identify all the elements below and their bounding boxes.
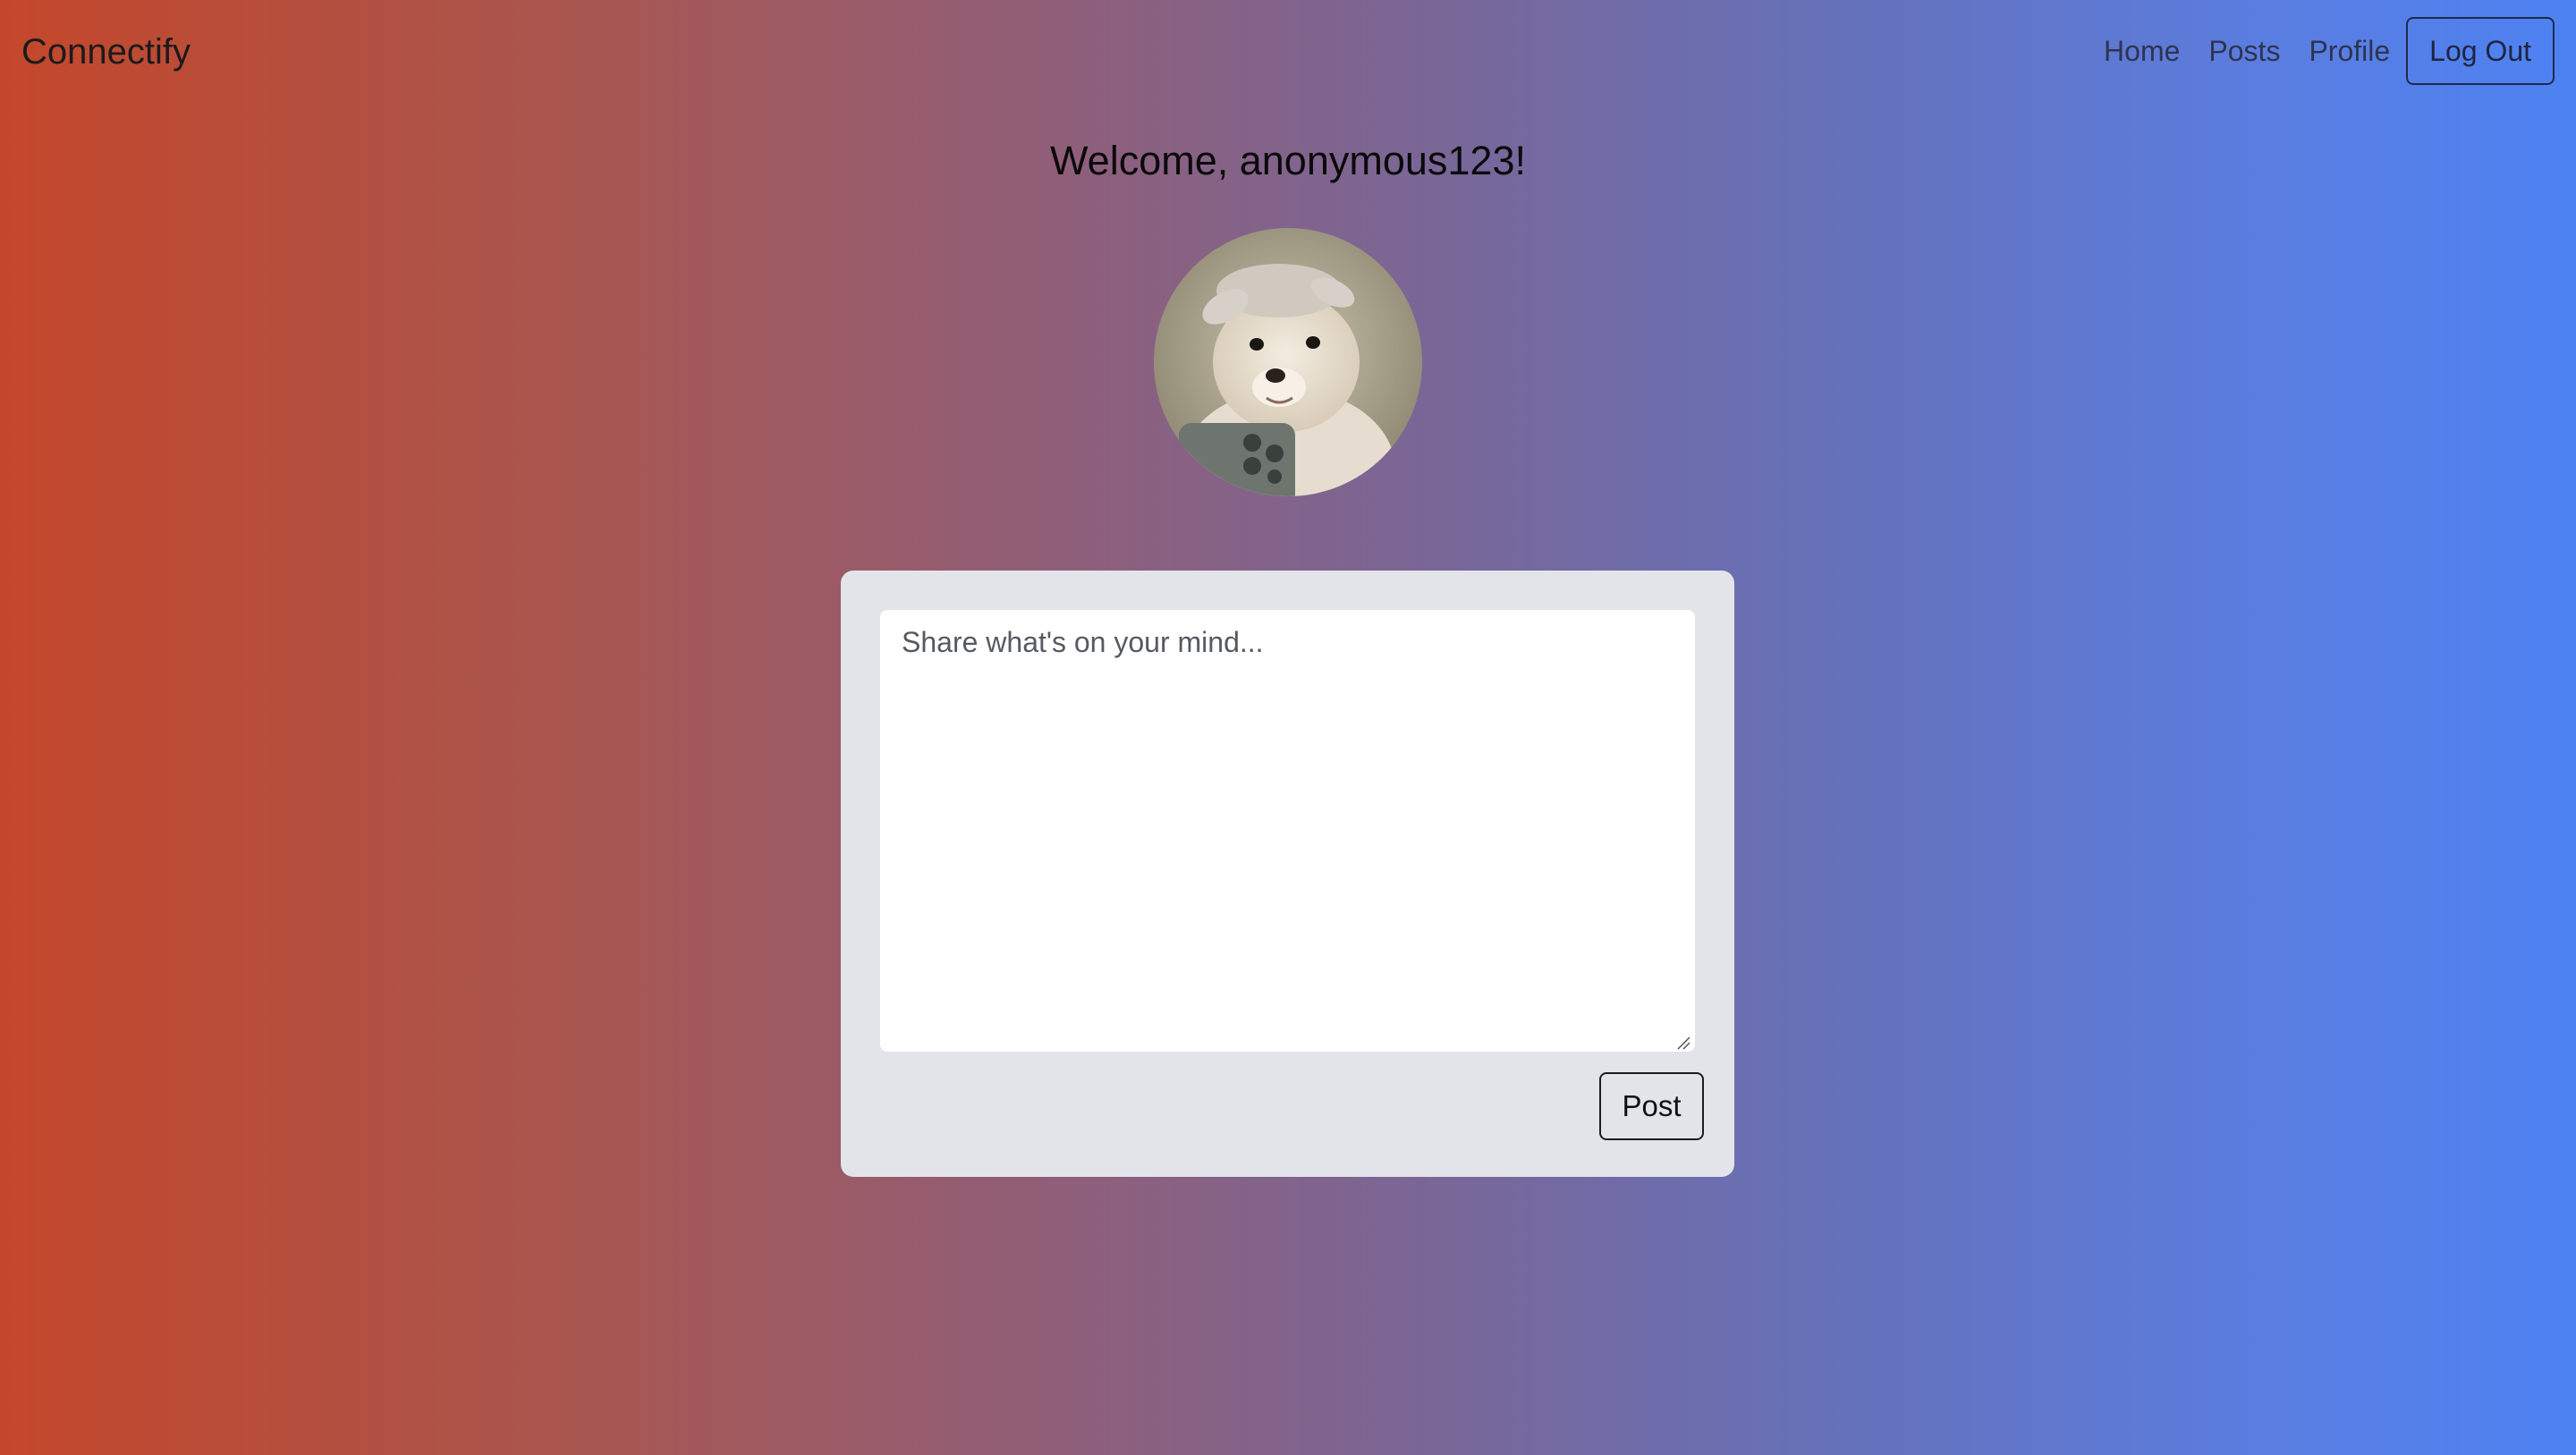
nav-link-home[interactable]: Home [2104,33,2180,69]
post-composer-card: Post [841,571,1734,1177]
avatar [1154,228,1422,496]
brand-logo[interactable]: Connectify [21,29,191,75]
navbar: Connectify Home Posts Profile Log Out [0,0,2576,102]
profile-avatar-icon [1154,228,1422,496]
welcome-heading: Welcome, anonymous123! [1050,138,1526,183]
nav-link-posts[interactable]: Posts [2208,33,2280,69]
nav-links: Home Posts Profile Log Out [2075,16,2555,86]
logout-button[interactable]: Log Out [2406,17,2555,85]
resize-grip-icon[interactable] [1676,1036,1690,1050]
nav-link-profile[interactable]: Profile [2309,33,2390,69]
post-textarea[interactable] [880,610,1695,1052]
post-button[interactable]: Post [1599,1072,1704,1140]
